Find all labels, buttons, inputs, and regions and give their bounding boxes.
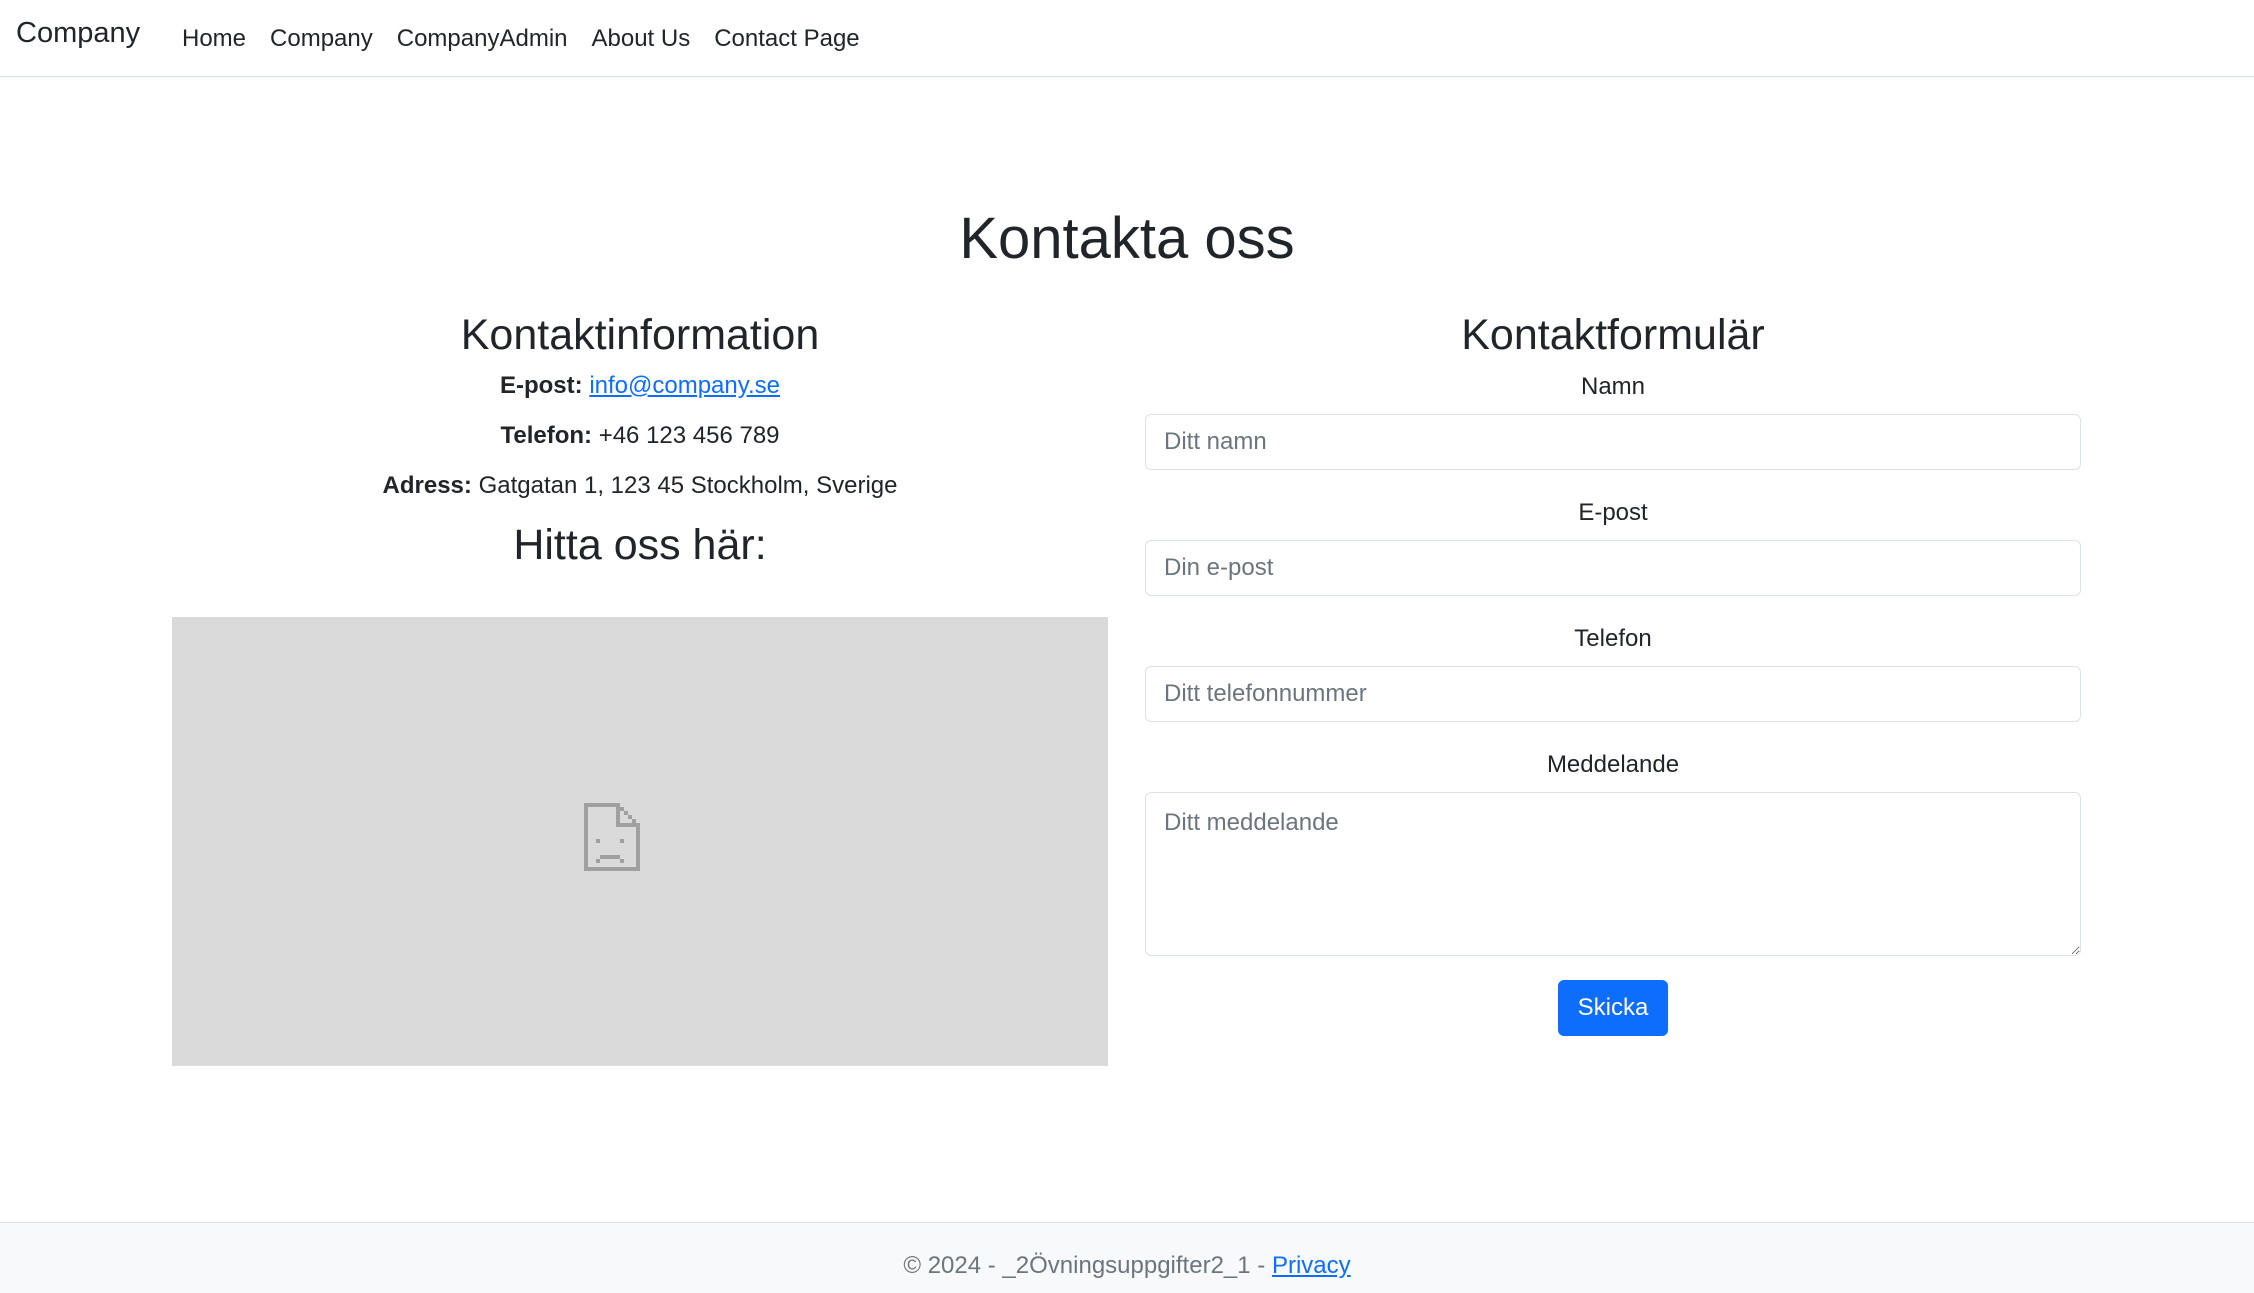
- nav-link-company[interactable]: Company: [258, 25, 385, 53]
- phone-info-value: +46 123 456 789: [598, 421, 780, 449]
- broken-page-icon: [584, 803, 640, 871]
- contact-form-section: Kontaktformulär Namn E-post Telefon Medd…: [1145, 310, 2081, 1036]
- message-label: Meddelande: [1546, 750, 1680, 778]
- nav-link-companyadmin[interactable]: CompanyAdmin: [385, 25, 580, 53]
- email-link[interactable]: info@company.se: [589, 372, 780, 399]
- page-title: Kontakta oss: [959, 206, 1295, 271]
- footer-copyright: © 2024 - _2Övningsuppgifter2_1 -: [903, 1252, 1266, 1279]
- address-info-value: Gatgatan 1, 123 45 Stockholm, Sverige: [478, 471, 898, 499]
- nav-link-home[interactable]: Home: [170, 25, 258, 53]
- nav-link-contact-page[interactable]: Contact Page: [702, 25, 871, 53]
- contact-info-section: Kontaktinformation E-post: info@company.…: [172, 310, 1108, 571]
- phone-group: Telefon: [1145, 624, 2081, 722]
- message-textarea[interactable]: [1145, 791, 2081, 956]
- submit-button[interactable]: Skicka: [1557, 979, 1669, 1036]
- message-group: Meddelande: [1145, 750, 2081, 956]
- email-input[interactable]: [1145, 539, 2081, 596]
- name-group: Namn: [1145, 372, 2081, 470]
- contact-info-heading: Kontaktinformation: [460, 311, 820, 359]
- email-info-label: E-post:: [499, 371, 583, 399]
- email-group: E-post: [1145, 498, 2081, 596]
- map-heading: Hitta oss här:: [513, 520, 767, 569]
- email-label: E-post: [1578, 498, 1648, 526]
- address-info-label: Adress:: [382, 471, 472, 499]
- footer-text-line: © 2024 - _2Övningsuppgifter2_1 - Privacy: [0, 1254, 2254, 1278]
- main-nav: Home Company CompanyAdmin About Us Conta…: [170, 0, 872, 77]
- contact-form-heading: Kontaktformulär: [1461, 311, 1765, 359]
- brand-link[interactable]: Company: [16, 17, 140, 50]
- phone-info-label: Telefon:: [500, 421, 593, 449]
- phone-input[interactable]: [1145, 665, 2081, 722]
- nav-link-about-us[interactable]: About Us: [580, 25, 703, 53]
- map-embed[interactable]: [172, 617, 1108, 1066]
- email-info: E-post: info@company.se: [172, 368, 1108, 404]
- name-input[interactable]: [1145, 413, 2081, 470]
- contact-form: Namn E-post Telefon Meddelande Skicka: [1145, 372, 2081, 1036]
- phone-label: Telefon: [1574, 624, 1652, 652]
- name-label: Namn: [1580, 372, 1646, 400]
- phone-info: Telefon: +46 123 456 789: [172, 418, 1108, 454]
- privacy-link[interactable]: Privacy: [1272, 1252, 1351, 1279]
- footer: © 2024 - _2Övningsuppgifter2_1 - Privacy: [0, 1222, 2254, 1293]
- navbar: Company Home Company CompanyAdmin About …: [0, 0, 2254, 77]
- address-info: Adress: Gatgatan 1, 123 45 Stockholm, Sv…: [172, 468, 1108, 504]
